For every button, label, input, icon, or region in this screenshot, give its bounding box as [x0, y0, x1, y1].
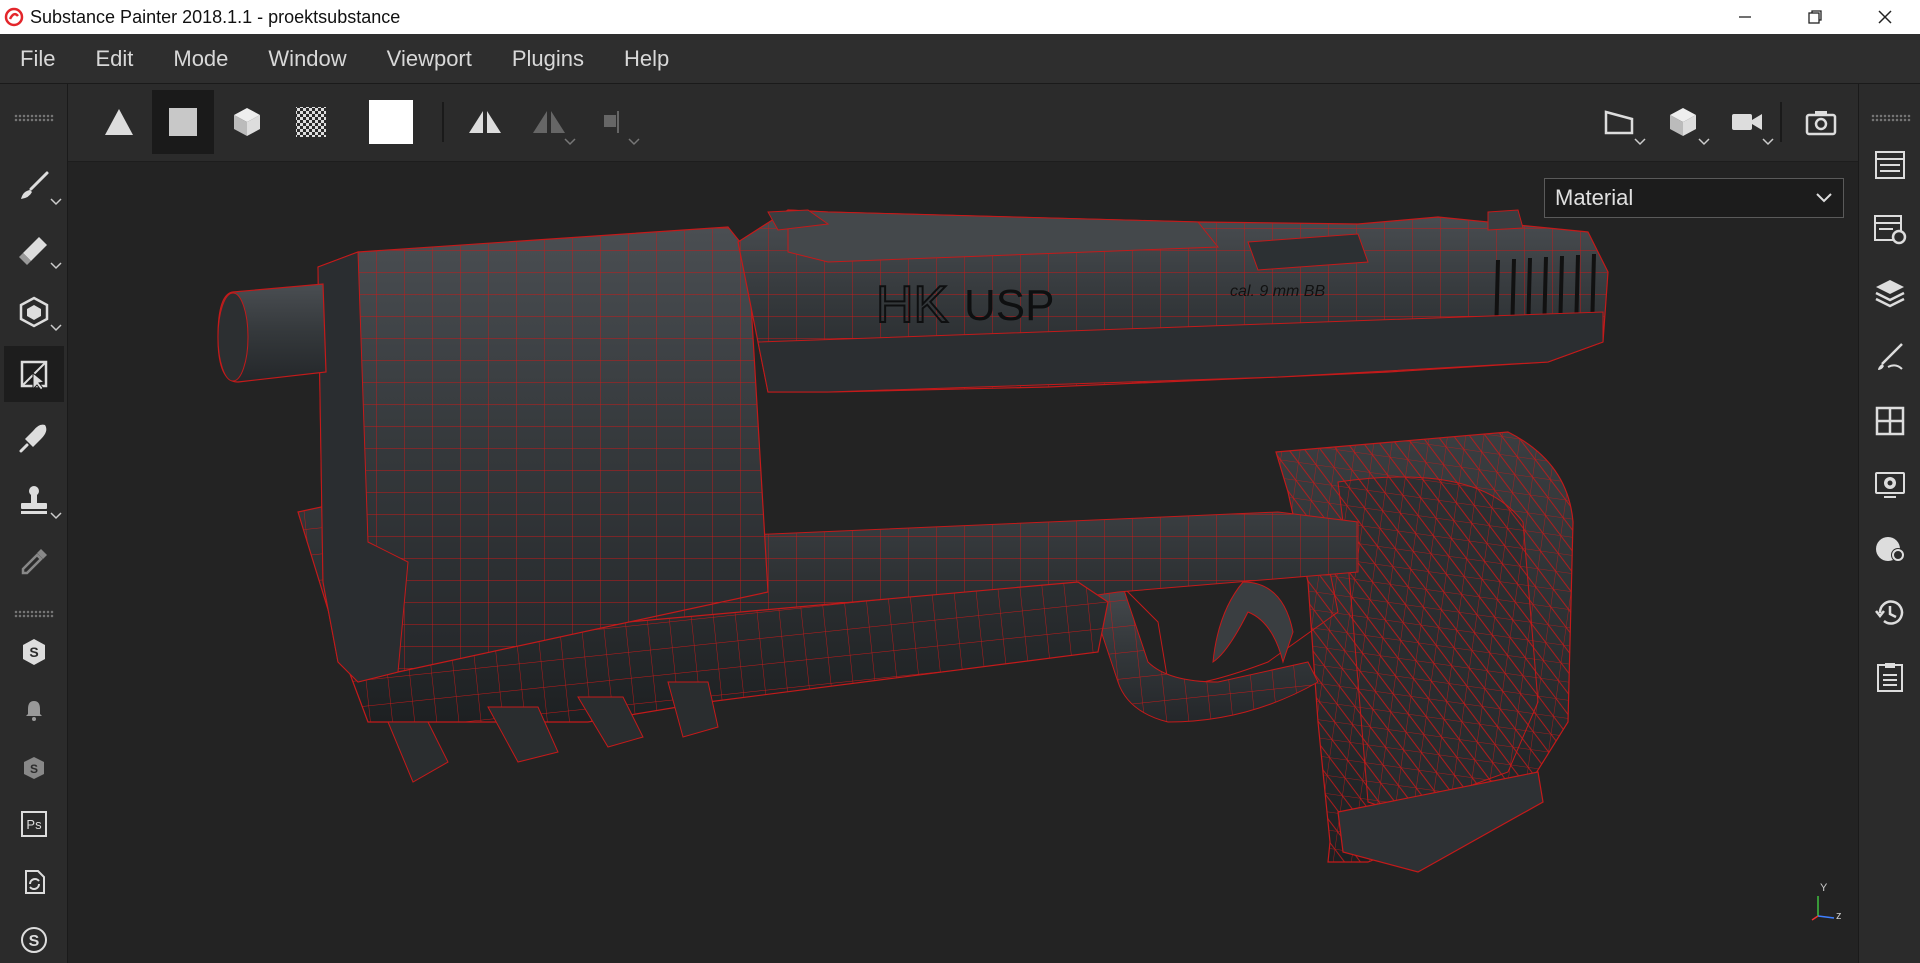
mirror-options-icon[interactable]: [518, 90, 580, 154]
window-controls: [1710, 0, 1920, 34]
uv-chunk-fill-icon[interactable]: [280, 90, 342, 154]
texture-set-settings-icon[interactable]: [1865, 204, 1915, 254]
caliber-engraving: cal. 9 mm BB: [1230, 283, 1325, 300]
projection-icon[interactable]: [4, 284, 64, 340]
tool-properties-toolbar: [68, 84, 1858, 162]
layers-list-icon[interactable]: [1865, 140, 1915, 190]
smudge-icon[interactable]: [4, 410, 64, 466]
triangle-fill-icon[interactable]: [88, 90, 150, 154]
right-toolbar: [1858, 84, 1920, 963]
mesh-fill-icon[interactable]: [216, 90, 278, 154]
menu-file[interactable]: File: [0, 34, 75, 84]
right-toolbar-grip[interactable]: [1871, 114, 1911, 122]
pistol-model[interactable]: HK USP cal. 9 mm BB: [68, 162, 1858, 963]
screenshot-icon[interactable]: [1790, 90, 1852, 154]
color-picker-icon[interactable]: [4, 534, 64, 590]
toolbar-separator-right: [1780, 102, 1782, 142]
symmetry-axis-icon[interactable]: [582, 90, 644, 154]
polygon-fill-icon[interactable]: [4, 346, 64, 402]
substance-source-icon[interactable]: S: [4, 740, 64, 796]
clone-stamp-icon[interactable]: [4, 472, 64, 528]
minimize-icon[interactable]: [1710, 0, 1780, 34]
menu-bar: File Edit Mode Window Viewport Plugins H…: [0, 34, 1920, 84]
toolbar-grip-plugins[interactable]: [14, 610, 54, 618]
paint-brush-icon[interactable]: [4, 158, 64, 214]
svg-text:S: S: [30, 762, 38, 776]
menu-help[interactable]: Help: [604, 34, 689, 84]
menu-plugins[interactable]: Plugins: [492, 34, 604, 84]
display-mode-dropdown[interactable]: Material: [1544, 178, 1844, 218]
toolbar-separator: [442, 102, 444, 142]
app-window: Substance Painter 2018.1.1 - proektsubst…: [0, 0, 1920, 963]
camera-icon[interactable]: [1716, 90, 1778, 154]
2d-view-icon[interactable]: [1588, 90, 1650, 154]
left-toolbar: S S Ps S: [0, 84, 68, 963]
layers-stack-icon[interactable]: [1865, 268, 1915, 318]
substance-painter-logo-icon: [2, 5, 26, 29]
axis-gizmo: Y z: [1806, 882, 1846, 926]
eraser-icon[interactable]: [4, 222, 64, 278]
brand-engraving: HK: [876, 276, 949, 334]
log-icon[interactable]: [1865, 652, 1915, 702]
svg-text:Ps: Ps: [26, 817, 42, 832]
shelf-icon[interactable]: [1865, 524, 1915, 574]
notification-bell-icon[interactable]: [4, 682, 64, 738]
display-settings-icon[interactable]: [1865, 396, 1915, 446]
substance-share-icon[interactable]: S: [4, 624, 64, 680]
history-icon[interactable]: [1865, 588, 1915, 638]
restore-icon[interactable]: [1780, 0, 1850, 34]
substance-logo-icon[interactable]: S: [4, 912, 64, 963]
fill-color-swatch[interactable]: [360, 90, 422, 154]
menu-mode[interactable]: Mode: [153, 34, 248, 84]
menu-window[interactable]: Window: [248, 34, 366, 84]
model-engraving: USP: [964, 281, 1054, 330]
axis-z-label: z: [1836, 910, 1842, 922]
polygon-fill-square-icon[interactable]: [152, 90, 214, 154]
menu-viewport[interactable]: Viewport: [367, 34, 492, 84]
viewer-settings-icon[interactable]: [1865, 460, 1915, 510]
3d-viewport[interactable]: HK USP cal. 9 mm BB Material Y z: [68, 162, 1858, 963]
photoshop-export-icon[interactable]: Ps: [4, 796, 64, 852]
title-bar: Substance Painter 2018.1.1 - proektsubst…: [0, 0, 1920, 34]
close-icon[interactable]: [1850, 0, 1920, 34]
3d-view-icon[interactable]: [1652, 90, 1714, 154]
chevron-down-icon: [1816, 193, 1832, 203]
svg-text:S: S: [29, 644, 38, 660]
sync-icon[interactable]: [4, 854, 64, 910]
svg-text:S: S: [29, 933, 40, 950]
color-swatch: [369, 100, 413, 144]
window-title: Substance Painter 2018.1.1 - proektsubst…: [30, 6, 401, 27]
toolbar-grip[interactable]: [14, 114, 54, 122]
menu-edit[interactable]: Edit: [75, 34, 153, 84]
axis-y-label: Y: [1820, 882, 1828, 894]
display-mode-value: Material: [1555, 185, 1634, 210]
mirror-icon[interactable]: [454, 90, 516, 154]
properties-icon[interactable]: [1865, 332, 1915, 382]
